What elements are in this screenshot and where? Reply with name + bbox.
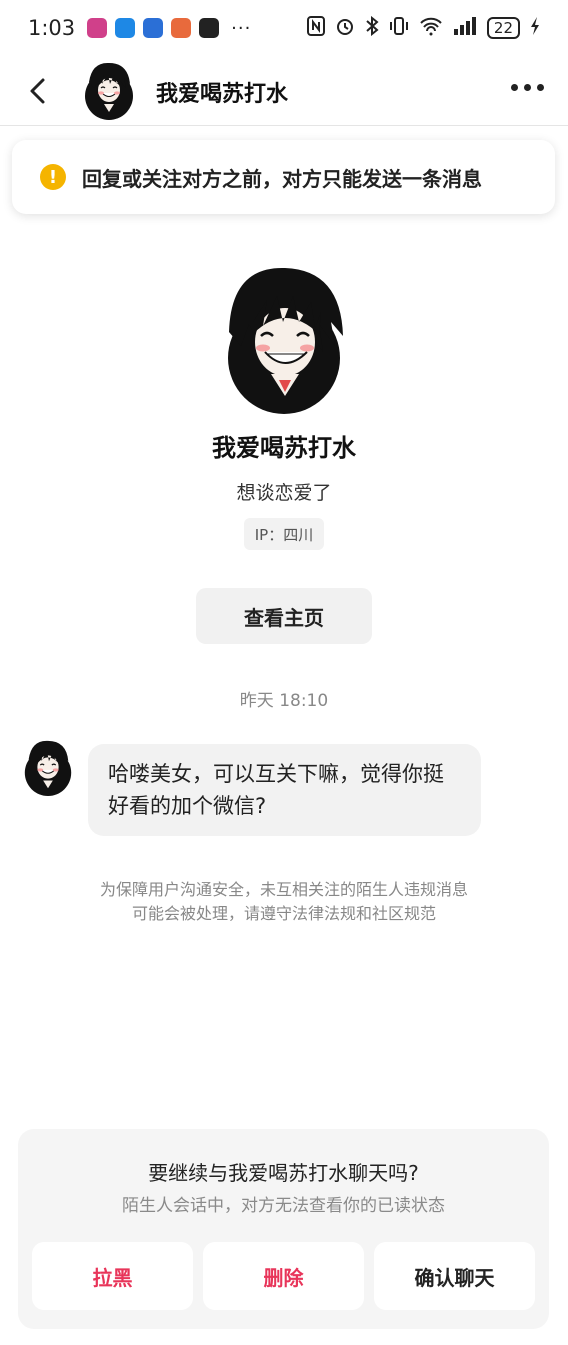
message-bubble[interactable]: 哈喽美女，可以互关下嘛，觉得你挺好看的加个微信? <box>88 744 481 836</box>
shopping-app-icon <box>171 18 192 38</box>
view-profile-button[interactable]: 查看主页 <box>196 588 372 644</box>
avatar[interactable] <box>84 60 134 120</box>
profile-avatar[interactable] <box>219 262 349 414</box>
confirm-chat-button[interactable]: 确认聊天 <box>374 1242 535 1310</box>
block-button[interactable]: 拉黑 <box>32 1242 193 1310</box>
card-subtitle: 陌生人会话中，对方无法查看你的已读状态 <box>122 1196 445 1216</box>
signal-icon <box>453 16 477 41</box>
card-title: 要继续与我爱喝苏打水聊天吗? <box>148 1161 419 1185</box>
more-options-icon[interactable] <box>511 84 544 91</box>
safety-notice: 为保障用户沟通安全，未互相关注的陌生人违规消息可能会被处理，请遵守法律法规和社区… <box>100 880 469 923</box>
nfc-icon <box>306 15 325 41</box>
profile-name: 我爱喝苏打水 <box>212 434 356 462</box>
more-notifications-icon: ··· <box>231 17 252 39</box>
app-notification-icon <box>87 18 108 38</box>
stranger-chat-card: 要继续与我爱喝苏打水聊天吗? 陌生人会话中，对方无法查看你的已读状态 拉黑 删除… <box>18 1129 549 1329</box>
delete-button[interactable]: 删除 <box>203 1242 364 1310</box>
status-time: 1:03 <box>28 16 76 40</box>
bluetooth-icon <box>365 15 379 41</box>
alarm-icon <box>335 16 355 41</box>
vibrate-icon <box>389 16 409 41</box>
warning-icon: ! <box>40 164 66 190</box>
ip-location-badge: IP：四川 <box>244 518 324 550</box>
charging-icon <box>530 16 540 41</box>
page-title: 我爱喝苏打水 <box>156 82 289 107</box>
back-icon[interactable] <box>24 76 54 106</box>
status-bar: 1:03 ··· 22 <box>0 0 568 56</box>
qq-icon <box>199 18 220 38</box>
message-app-icon <box>115 18 136 38</box>
chat-header: 我爱喝苏打水 <box>0 56 568 126</box>
wifi-icon <box>419 16 443 41</box>
message-limit-notice: ! 回复或关注对方之前，对方只能发送一条消息 <box>12 140 555 214</box>
notice-text: 回复或关注对方之前，对方只能发送一条消息 <box>82 166 482 191</box>
profile-bio: 想谈恋爱了 <box>236 482 332 504</box>
sender-avatar[interactable] <box>22 738 74 796</box>
browser-app-icon <box>143 18 164 38</box>
battery-icon: 22 <box>486 17 520 39</box>
message-timestamp: 昨天 18:10 <box>239 691 329 711</box>
